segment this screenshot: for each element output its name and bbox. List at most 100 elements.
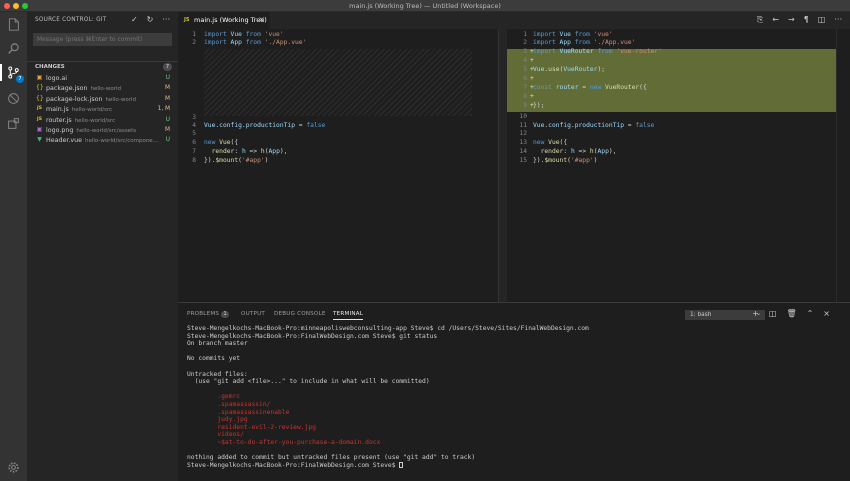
next-change-icon[interactable]: →: [788, 15, 795, 25]
list-item[interactable]: ▣ logo.png hello-world/src/assets M: [27, 125, 178, 135]
code-line: Vue.config.productionTip = false: [533, 122, 654, 129]
code-token: ),: [279, 148, 288, 155]
commit-message-input[interactable]: [33, 33, 172, 46]
terminal-line-text: .spamassassin/: [187, 400, 271, 408]
search-icon[interactable]: [5, 40, 22, 57]
terminal-line-text: Untracked files:: [187, 370, 248, 378]
diff-split-gutter[interactable]: [498, 29, 507, 302]
code-token: import: [533, 31, 560, 38]
tab-output[interactable]: OUTPUT: [241, 311, 265, 317]
list-item[interactable]: ▼ Header.vue hello-world/src/compone... U: [27, 135, 178, 145]
bottom-panel: PROBLEMS 1 OUTPUT DEBUG CONSOLE TERMINAL …: [178, 302, 850, 481]
tab-debug-console[interactable]: DEBUG CONSOLE: [274, 311, 326, 317]
line-number: 5: [192, 130, 196, 137]
line-number: 7: [523, 84, 527, 91]
split-editor-icon[interactable]: ◫: [818, 15, 826, 25]
close-tab-icon[interactable]: ×: [258, 15, 265, 24]
terminal-select-value: 1: bash: [690, 312, 712, 318]
terminal-line: ~$at-to-do-after-you-purchase-a-domain.d…: [187, 439, 589, 447]
close-panel-icon[interactable]: ×: [823, 309, 830, 318]
vue-file-icon: ▼: [37, 136, 42, 144]
code-token: './App.vue': [593, 39, 636, 46]
more-actions-icon[interactable]: ···: [834, 15, 842, 25]
code-token: });: [533, 102, 545, 109]
file-name: logo.png hello-world/src/assets: [46, 127, 136, 134]
extensions-icon[interactable]: [5, 115, 22, 132]
files-icon[interactable]: [5, 16, 22, 33]
terminal-line-text: Steve-Mengelkochs-MacBook-Pro:FinalWebDe…: [187, 461, 400, 469]
line-number: 4: [523, 57, 527, 64]
previous-change-icon[interactable]: ←: [772, 15, 779, 25]
terminal-line-text: nothing added to commit but untracked fi…: [187, 454, 476, 462]
code-token: =>: [245, 148, 261, 155]
code-line: import Vue from 'vue': [204, 31, 284, 38]
tab-problems-label: PROBLEMS: [187, 311, 220, 317]
tab-label: main.js (Working Tree): [194, 16, 267, 24]
list-item[interactable]: {} package-lock.json hello-world M: [27, 94, 178, 104]
source-control-icon[interactable]: 7: [0, 64, 24, 83]
code-line: new Vue({: [533, 139, 567, 146]
line-number: 14: [519, 148, 527, 155]
source-control-sidebar: SOURCE CONTROL: GIT ✓ ↻ ··· CHANGES 7 ▣l…: [27, 12, 178, 481]
activity-bar: 7: [0, 12, 27, 481]
code-token: config: [548, 122, 571, 129]
code-token: Vue: [219, 139, 231, 146]
code-token: import: [533, 39, 560, 46]
code-token: '#app': [241, 157, 265, 164]
gear-icon[interactable]: [5, 459, 22, 476]
terminal-line-text: Steve-Mengelkochs-MacBook-Pro:FinalWebDe…: [187, 332, 438, 340]
terminal-line-text: .gemrc: [187, 393, 241, 401]
code-token: :: [563, 148, 571, 155]
more-actions-icon[interactable]: ···: [162, 15, 170, 24]
code-token: ({: [639, 84, 647, 91]
editor-scrollbar[interactable]: [836, 29, 850, 302]
file-status: M: [164, 85, 170, 92]
changes-section-header[interactable]: CHANGES 7: [27, 61, 178, 71]
list-item[interactable]: {} package.json hello-world M: [27, 83, 178, 93]
code-token: }).: [204, 157, 216, 164]
list-item[interactable]: JS router.js hello-world/src U: [27, 115, 178, 125]
list-item[interactable]: JS main.js hello-world/src 1, M: [27, 104, 178, 114]
diff-original-pane[interactable]: 1 import Vue from 'vue' 2 import App from '…: [178, 29, 498, 302]
code-token: const: [533, 84, 556, 91]
list-item[interactable]: ▣ logo.ai U: [27, 73, 178, 83]
code-token: VueRouter: [559, 48, 598, 55]
code-token: }).: [533, 157, 545, 164]
line-number: 13: [519, 139, 527, 146]
code-token: new: [204, 139, 220, 146]
code-line: Vue.use(VueRouter);: [533, 66, 605, 73]
refresh-icon[interactable]: ↻: [147, 15, 154, 24]
code-token: =: [624, 122, 636, 129]
line-number: 9: [523, 102, 527, 109]
code-token: 'vue-router': [616, 48, 662, 55]
tab-main-js-working-tree[interactable]: JS main.js (Working Tree) ×: [178, 12, 270, 29]
code-token: '#app': [570, 157, 594, 164]
commit-check-icon[interactable]: ✓: [131, 15, 138, 24]
terminal-output[interactable]: Steve-Mengelkochs-MacBook-Pro:minneapoli…: [187, 325, 589, 469]
code-token: =: [295, 122, 307, 129]
terminal-line: (use "git add <file>..." to include in w…: [187, 378, 589, 386]
toggle-whitespace-icon[interactable]: ¶: [804, 15, 809, 25]
terminal-line: videos/: [187, 431, 589, 439]
code-token: productionTip: [245, 122, 296, 129]
file-status: 1, M: [157, 106, 170, 113]
code-token: render: [540, 148, 564, 155]
tab-problems[interactable]: PROBLEMS 1: [187, 311, 230, 318]
terminal-line-text: No commits yet: [187, 355, 241, 363]
open-file-icon[interactable]: ⎘: [757, 15, 763, 25]
code-token: productionTip: [574, 122, 625, 129]
code-token: import: [533, 48, 560, 55]
kill-terminal-icon[interactable]: 🗑: [786, 309, 796, 318]
tab-terminal[interactable]: TERMINAL: [333, 311, 364, 320]
new-terminal-icon[interactable]: +: [752, 309, 759, 318]
code-token: import: [204, 39, 231, 46]
debug-icon[interactable]: [5, 90, 22, 107]
split-terminal-icon[interactable]: ◫: [769, 309, 777, 318]
line-number: 2: [523, 39, 527, 46]
maximize-panel-icon[interactable]: ⌃: [807, 309, 814, 318]
code-line: render: h => h(App),: [533, 148, 617, 155]
code-token: ),: [608, 148, 617, 155]
file-path: hello-world: [105, 96, 136, 103]
diff-modified-pane[interactable]: 1 import Vue from 'vue' 2 import App from '…: [507, 29, 836, 302]
